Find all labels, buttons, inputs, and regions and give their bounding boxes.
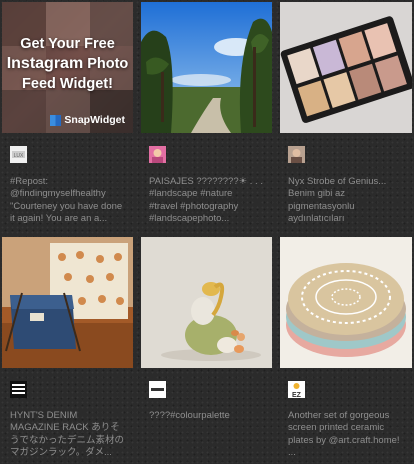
pebble-sculpture-photo (141, 237, 272, 368)
denim-rack-photo (2, 237, 133, 368)
post-caption[interactable]: Another set of gorgeous screen printed c… (288, 410, 412, 460)
post-caption[interactable]: PAISAJES ????????☀ . . . #landscape #nat… (149, 176, 273, 226)
post-caption[interactable]: Nyx Strobe of Genius... Benim gibi az pi… (288, 176, 412, 226)
promo-tile[interactable]: Get Your Free Instagram Photo Feed Widge… (2, 2, 133, 133)
snapwidget-brand-label: SnapWidget (64, 114, 125, 126)
ez-logo-avatar-icon[interactable]: EZ (288, 381, 305, 398)
promo-headline: Get Your Free Instagram Photo Feed Widge… (2, 34, 133, 94)
snapwidget-logo[interactable]: SnapWidget (50, 114, 125, 126)
brand-logo-avatar-icon[interactable]: LUX (10, 146, 27, 163)
promo-line-2-bold: Instagram (6, 55, 84, 72)
promo-line-3: Feed Widget! (22, 76, 113, 92)
post-image-magazine-rack[interactable] (2, 237, 133, 368)
promo-line-1: Get Your Free (20, 36, 115, 52)
svg-text:LUX: LUX (14, 153, 24, 159)
square-logo-avatar-icon[interactable] (10, 381, 27, 398)
post-caption[interactable]: HYNT'S DENIM MAGAZINE RACK ありそ うでなかったデニム… (10, 410, 134, 460)
snapwidget-logo-icon (50, 114, 62, 126)
post-image-ceramic-plates[interactable] (280, 237, 412, 368)
post-caption[interactable]: ????#colourpalette (149, 410, 273, 460)
post-caption[interactable]: #Repost: @findingmyselfhealthy "Courtene… (10, 176, 134, 226)
ceramic-plates-photo (280, 237, 412, 368)
portrait-avatar-icon[interactable] (149, 146, 166, 163)
promo-line-2: Instagram Photo (2, 54, 133, 74)
portrait-avatar-icon[interactable] (288, 146, 305, 163)
post-image-landscape[interactable] (141, 2, 272, 133)
svg-text:EZ: EZ (292, 392, 302, 398)
highlighter-palette-photo (280, 2, 412, 133)
wordmark-avatar-icon[interactable] (149, 381, 166, 398)
instagram-feed-widget: Get Your Free Instagram Photo Feed Widge… (0, 0, 414, 464)
post-image-pebbles[interactable] (141, 237, 272, 368)
landscape-photo (141, 2, 272, 133)
post-image-palette[interactable] (280, 2, 412, 133)
promo-line-2-rest: Photo (83, 56, 129, 72)
